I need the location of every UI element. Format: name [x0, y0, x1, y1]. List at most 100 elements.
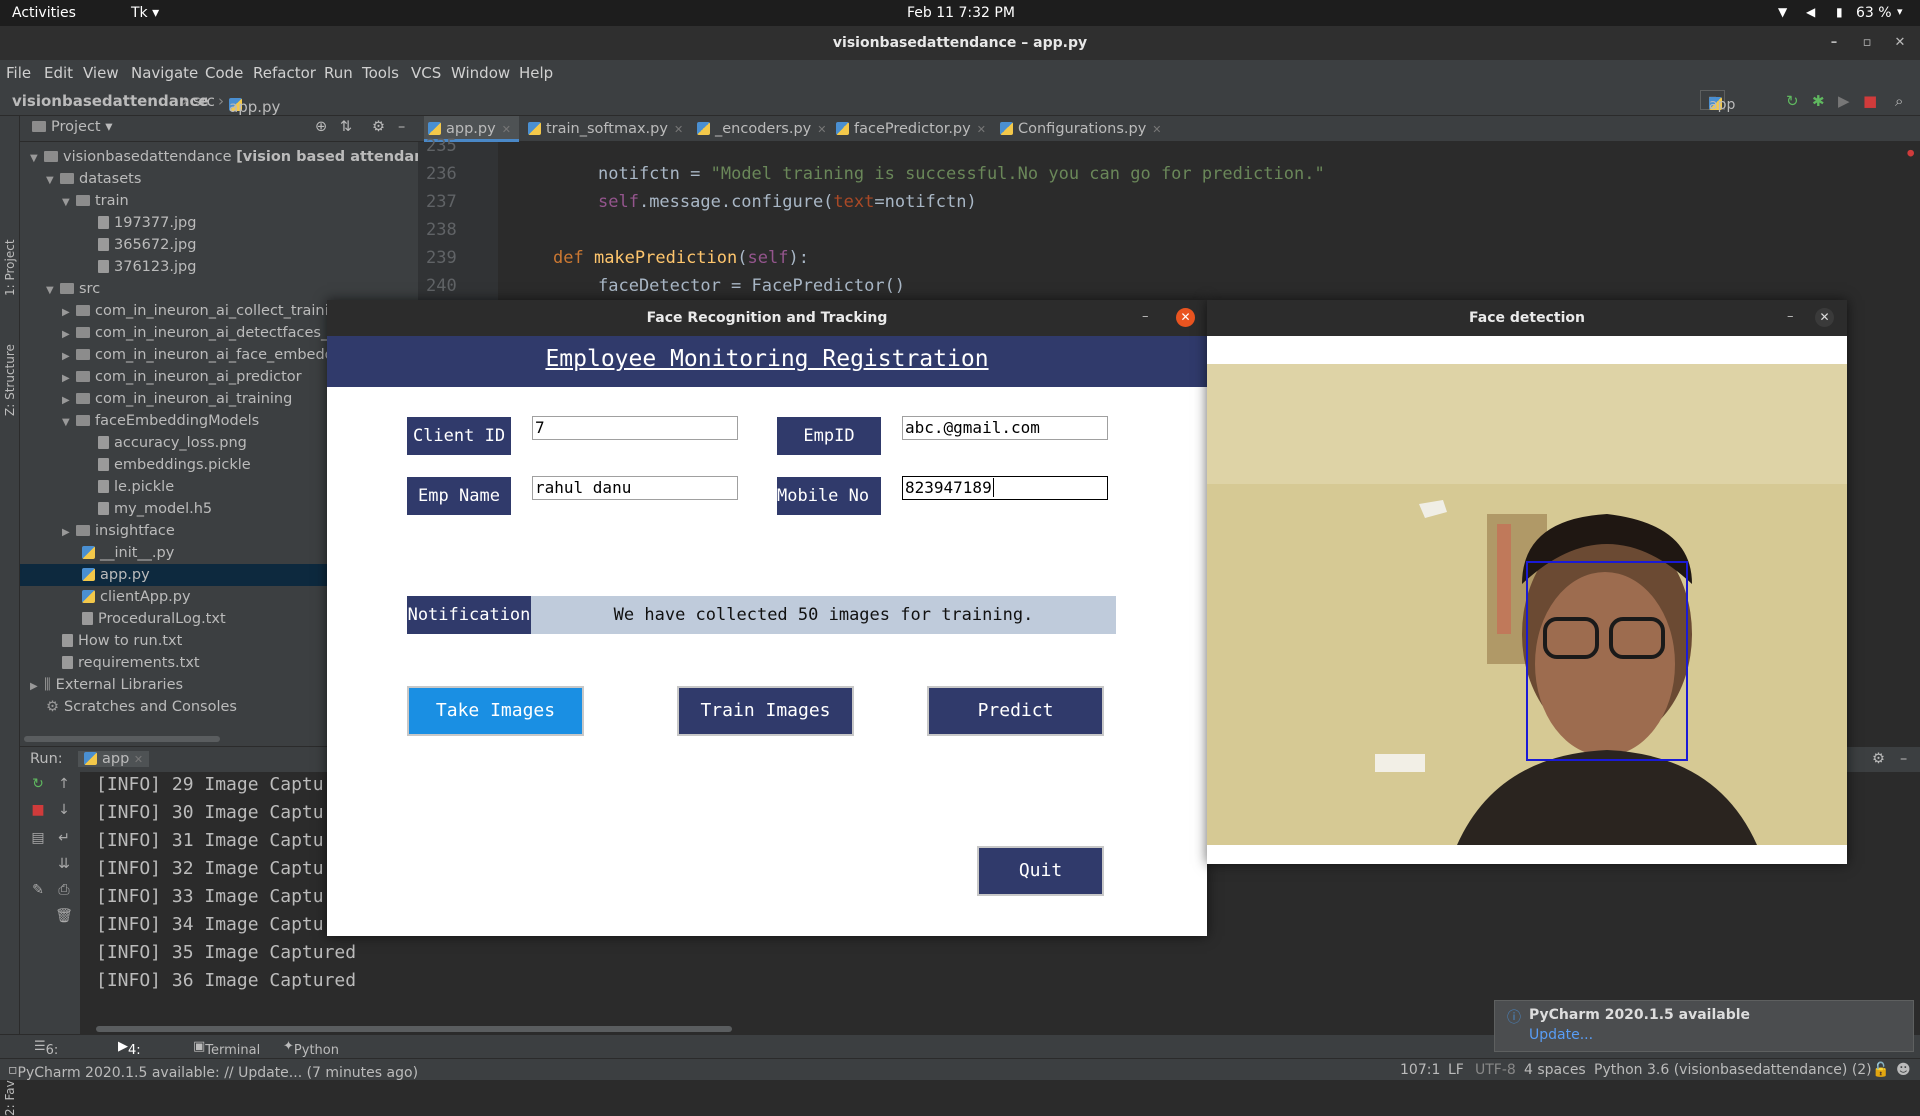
menu-edit[interactable]: Edit: [44, 64, 73, 82]
side-tab-structure[interactable]: Z: Structure: [3, 344, 17, 416]
tree-item-package[interactable]: ▶ com_in_ineuron_ai_predictor: [62, 366, 302, 388]
hide-icon[interactable]: –: [398, 119, 405, 135]
horizontal-scrollbar[interactable]: [96, 1026, 732, 1032]
tree-item-package[interactable]: ▶ insightface: [62, 520, 175, 542]
tree-item-package[interactable]: ▶ com_in_ineuron_ai_collect_trainin: [62, 300, 338, 322]
close-icon[interactable]: ✕: [1815, 308, 1834, 327]
close-tab-icon[interactable]: ✕: [674, 123, 683, 136]
collapse-icon[interactable]: ⇅: [340, 119, 352, 135]
close-tab-icon[interactable]: ✕: [977, 123, 986, 136]
tree-item-file[interactable]: 376123.jpg: [98, 256, 196, 278]
battery-icon[interactable]: ▮: [1836, 5, 1843, 19]
horizontal-scrollbar[interactable]: [24, 736, 220, 742]
client-id-field[interactable]: 7: [532, 416, 738, 440]
close-icon[interactable]: ✕: [1891, 34, 1909, 52]
tree-item-package[interactable]: ▶ com_in_ineuron_ai_detectfaces_m: [62, 322, 342, 344]
tab-train-softmax[interactable]: train_softmax.py ✕: [524, 116, 683, 142]
tree-item-file[interactable]: embeddings.pickle: [98, 454, 251, 476]
run-tab-app[interactable]: app ✕: [78, 751, 150, 767]
inspector-icon[interactable]: ☻: [1896, 1062, 1911, 1078]
app-menu[interactable]: Tk ▾: [131, 5, 159, 21]
trash-icon[interactable]: 🗑: [54, 908, 74, 928]
tree-item-file[interactable]: requirements.txt: [62, 652, 200, 674]
up-arrow-icon[interactable]: ↑: [54, 776, 74, 796]
tree-item-file[interactable]: 197377.jpg: [98, 212, 196, 234]
gear-icon[interactable]: ⚙: [372, 119, 385, 135]
close-icon[interactable]: ✕: [1176, 308, 1195, 327]
volume-icon[interactable]: ◀: [1806, 5, 1815, 19]
tree-item-src[interactable]: ▼ src: [46, 278, 100, 300]
tree-item-train[interactable]: ▼ train: [62, 190, 129, 212]
empid-field[interactable]: abc.@gmail.com: [902, 416, 1108, 440]
tool-tab-todo[interactable]: ☰ 6: TODO: [34, 1039, 84, 1073]
menu-code[interactable]: Code: [205, 64, 243, 82]
emp-name-field[interactable]: rahul danu: [532, 476, 738, 500]
menu-tools[interactable]: Tools: [362, 64, 399, 82]
side-tab-project[interactable]: 1: Project: [3, 239, 17, 296]
hide-icon[interactable]: –: [1900, 751, 1907, 767]
debug-icon[interactable]: ✱: [1812, 92, 1825, 110]
mobile-no-field[interactable]: 823947189: [902, 476, 1108, 500]
indent-setting[interactable]: 4 spaces: [1524, 1062, 1586, 1078]
tool-tab-terminal[interactable]: ▣ Terminal: [193, 1039, 260, 1058]
take-images-button[interactable]: Take Images: [407, 686, 584, 736]
tree-item-package[interactable]: ▼ faceEmbeddingModels: [62, 410, 259, 432]
tree-item-file[interactable]: 365672.jpg: [98, 234, 196, 256]
menu-run[interactable]: Run: [324, 64, 353, 82]
stop-icon[interactable]: ■: [1863, 92, 1877, 110]
tree-item-file[interactable]: accuracy_loss.png: [98, 432, 247, 454]
lock-icon[interactable]: 🔓: [1872, 1062, 1889, 1078]
locate-icon[interactable]: ⊕: [315, 119, 327, 135]
scroll-to-end-icon[interactable]: ⇊: [54, 856, 74, 876]
print-icon[interactable]: ⎙: [54, 882, 74, 902]
layout-icon[interactable]: ▤: [28, 830, 48, 850]
pin-icon[interactable]: ✎: [28, 882, 48, 902]
close-tab-icon[interactable]: ✕: [134, 753, 143, 766]
quit-button[interactable]: Quit: [977, 846, 1104, 896]
rerun-icon[interactable]: ↻: [28, 776, 48, 796]
minimize-icon[interactable]: –: [1142, 309, 1149, 324]
soft-wrap-icon[interactable]: ↵: [54, 830, 74, 850]
wifi-icon[interactable]: ▼: [1778, 5, 1787, 19]
error-stripe-icon[interactable]: ●: [1907, 146, 1914, 159]
predict-button[interactable]: Predict: [927, 686, 1104, 736]
tree-item-file[interactable]: How to run.txt: [62, 630, 182, 652]
menu-window[interactable]: Window: [451, 64, 510, 82]
menu-navigate[interactable]: Navigate: [131, 64, 198, 82]
tab-face-predictor[interactable]: facePredictor.py ✕: [832, 116, 986, 142]
tree-item-external-libraries[interactable]: ▶ ⫼ External Libraries: [30, 674, 183, 696]
status-message[interactable]: ▫ PyCharm 2020.1.5 available: // Update.…: [8, 1062, 418, 1081]
caret-position[interactable]: 107:1: [1400, 1062, 1440, 1078]
tree-item-package[interactable]: ▶ com_in_ineuron_ai_face_embedd: [62, 344, 334, 366]
activities-button[interactable]: Activities: [12, 5, 76, 21]
clock[interactable]: Feb 11 7:32 PM: [907, 5, 1015, 21]
file-encoding[interactable]: UTF-8: [1475, 1062, 1516, 1078]
tab-configurations[interactable]: Configurations.py ✕: [996, 116, 1162, 142]
update-link[interactable]: Update...: [1529, 1027, 1593, 1043]
down-arrow-icon[interactable]: ↓: [54, 802, 74, 822]
tree-item-scratches[interactable]: ⚙ Scratches and Consoles: [46, 696, 237, 718]
tree-item-file[interactable]: my_model.h5: [98, 498, 212, 520]
tree-item-datasets[interactable]: ▼ datasets: [46, 168, 141, 190]
close-tab-icon[interactable]: ✕: [817, 123, 826, 136]
line-separator[interactable]: LF: [1448, 1062, 1464, 1078]
tool-tab-python-console[interactable]: ✦ Python Console: [283, 1039, 346, 1073]
tab-encoders[interactable]: _encoders.py ✕: [693, 116, 826, 142]
maximize-icon[interactable]: ▫: [1858, 34, 1876, 52]
tool-tab-run[interactable]: ▶ 4: Run: [118, 1039, 153, 1073]
breadcrumb-folder[interactable]: src: [193, 92, 215, 110]
menu-help[interactable]: Help: [519, 64, 553, 82]
project-view-select[interactable]: Project ▾: [32, 119, 113, 135]
tree-item-file[interactable]: clientApp.py: [82, 586, 191, 608]
close-tab-icon[interactable]: ✕: [1152, 123, 1161, 136]
run-config-select[interactable]: app ▾: [1700, 90, 1735, 113]
python-interpreter[interactable]: Python 3.6 (visionbasedattendance) (2): [1594, 1062, 1872, 1078]
minimize-icon[interactable]: –: [1787, 309, 1794, 324]
rerun-icon[interactable]: ↻: [1786, 92, 1799, 110]
coverage-icon[interactable]: ▶: [1838, 92, 1850, 110]
search-icon[interactable]: ⌕: [1895, 92, 1903, 110]
close-tab-icon[interactable]: ✕: [502, 123, 511, 136]
tree-item-package[interactable]: ▶ com_in_ineuron_ai_training: [62, 388, 292, 410]
menu-vcs[interactable]: VCS: [411, 64, 441, 82]
menu-refactor[interactable]: Refactor: [253, 64, 316, 82]
